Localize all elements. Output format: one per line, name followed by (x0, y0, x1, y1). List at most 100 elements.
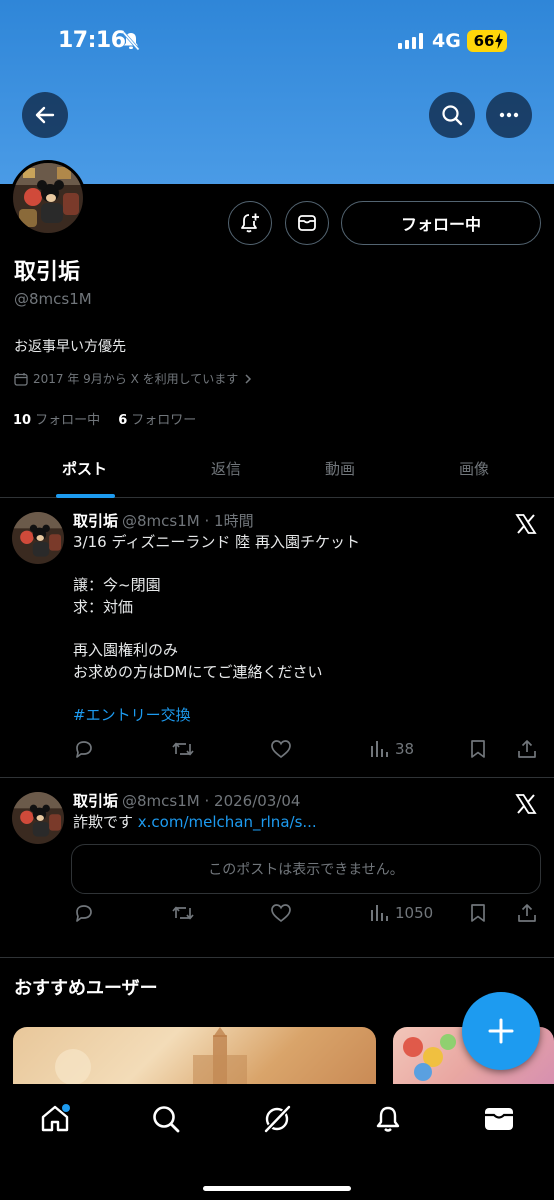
share-icon (518, 904, 536, 922)
views-count: 38 (395, 740, 415, 758)
post-author[interactable]: 取引垢 (73, 792, 118, 810)
recommended-user-card[interactable] (13, 1027, 376, 1087)
battery-level: 66 (473, 32, 495, 50)
status-time: 17:16 (58, 28, 126, 53)
post[interactable]: 取引垢 @8mcs1M · 2026/03/04 詐欺です x.com/melch… (0, 778, 554, 958)
home-indicator (203, 1186, 351, 1191)
joined-text: 2017 年 9月から X を利用しています (33, 372, 239, 386)
repost-icon (172, 906, 194, 920)
post[interactable]: 取引垢 @8mcs1M · 1時間 3/16 ディズニーランド 陸 再入園チケット… (0, 498, 554, 778)
views-chart-icon (371, 741, 388, 757)
chevron-right-icon (245, 373, 252, 384)
bookmark-icon (471, 904, 485, 922)
nav-grok[interactable] (260, 1102, 294, 1136)
network-type: 4G (432, 30, 461, 52)
unavailable-post-card: このポストは表示できません。 (71, 844, 541, 894)
search-icon (153, 1106, 180, 1133)
tab-images[interactable]: 画像 (459, 458, 489, 479)
bell-icon (376, 1106, 400, 1132)
heart-icon (271, 740, 291, 759)
bookmark-button[interactable] (469, 738, 487, 760)
bottom-navigation (0, 1084, 554, 1200)
signal-icon (398, 33, 423, 49)
post-line: 求：対価 (73, 597, 134, 616)
post-line: 再入園権利のみ (73, 640, 179, 659)
post-line: お求めの方はDMにてご連絡ください (73, 662, 323, 681)
following-button[interactable]: フォロー中 (341, 201, 541, 245)
nav-notifications[interactable] (371, 1102, 405, 1136)
notify-button[interactable] (228, 201, 272, 245)
post-text-content: 詐欺です (73, 813, 138, 831)
home-icon (41, 1104, 70, 1132)
message-button[interactable] (285, 201, 329, 245)
display-name: 取引垢 (14, 260, 81, 285)
heart-icon (271, 904, 291, 923)
card-banner-image (55, 1027, 247, 1087)
post-line: 譲：今~閉園 (73, 576, 161, 595)
battery-icon: 66 (467, 30, 507, 52)
reply-icon (76, 905, 92, 922)
post-header: 取引垢 @8mcs1M · 1時間 (73, 510, 254, 531)
followers-link[interactable]: 6 フォロワー (118, 413, 196, 428)
grok-icon (264, 1105, 291, 1133)
bell-plus-icon (241, 213, 259, 233)
profile-tabs: ポスト 返信 動画 画像 (0, 446, 554, 498)
share-icon (518, 740, 536, 758)
like-button[interactable] (270, 902, 292, 924)
post-text: 詐欺です x.com/melchan_rlna/s... (73, 812, 317, 834)
reply-icon (76, 741, 92, 758)
profile-avatar[interactable] (10, 160, 86, 236)
post-author[interactable]: 取引垢 (73, 512, 118, 530)
repost-button[interactable] (171, 902, 195, 924)
followers-label: フォロワー (131, 413, 197, 428)
more-button[interactable] (486, 92, 532, 138)
repost-button[interactable] (171, 738, 195, 760)
following-link[interactable]: 10 フォロー中 (13, 413, 100, 428)
tab-posts[interactable]: ポスト (62, 458, 107, 479)
reply-button[interactable] (73, 738, 95, 760)
envelope-icon (485, 1108, 513, 1130)
x-logo-icon (515, 514, 537, 534)
following-label: フォロー中 (35, 413, 101, 428)
following-count: 10 (13, 413, 32, 428)
bookmark-icon (471, 740, 485, 758)
views-button[interactable]: 38 (369, 738, 414, 760)
more-horizontal-icon (499, 112, 519, 118)
calendar-icon (14, 372, 28, 386)
post-actions: 1050 (73, 902, 543, 926)
plus-icon (488, 1018, 514, 1044)
bio: お返事早い方優先 (14, 339, 126, 355)
post-actions: 38 (73, 738, 543, 762)
compose-post-button[interactable] (462, 992, 540, 1070)
nav-home[interactable] (38, 1102, 72, 1136)
reply-button[interactable] (73, 902, 95, 924)
search-icon (442, 105, 463, 126)
tab-videos[interactable]: 動画 (325, 458, 355, 479)
repost-icon (172, 742, 194, 756)
share-button[interactable] (516, 902, 538, 924)
x-logo-icon (515, 794, 537, 814)
post-avatar[interactable] (12, 792, 64, 844)
share-button[interactable] (516, 738, 538, 760)
post-meta: @8mcs1M · 1時間 (122, 512, 254, 530)
post-link[interactable]: x.com/melchan_rlna/s... (138, 813, 317, 831)
post-text: 3/16 ディズニーランド 陸 再入園チケット 譲：今~閉園 求：対価 再入園権… (73, 532, 360, 726)
joined-date[interactable]: 2017 年 9月から X を利用しています (14, 370, 253, 387)
bell-off-icon (122, 31, 140, 51)
hashtag-link[interactable]: #エントリー交換 (73, 706, 191, 724)
search-button[interactable] (429, 92, 475, 138)
post-avatar[interactable] (12, 512, 64, 564)
nav-search[interactable] (149, 1102, 183, 1136)
tab-replies[interactable]: 返信 (211, 458, 241, 479)
views-chart-icon (371, 905, 388, 921)
like-button[interactable] (270, 738, 292, 760)
handle: @8mcs1M (14, 290, 92, 308)
bookmark-button[interactable] (469, 902, 487, 924)
arrow-left-icon (35, 106, 55, 124)
post-line: 3/16 ディズニーランド 陸 再入園チケット (73, 533, 360, 551)
nav-messages[interactable] (482, 1102, 516, 1136)
back-button[interactable] (22, 92, 68, 138)
views-button[interactable]: 1050 (369, 902, 433, 924)
recommended-users-title: おすすめユーザー (14, 978, 158, 999)
envelope-icon (298, 215, 316, 231)
